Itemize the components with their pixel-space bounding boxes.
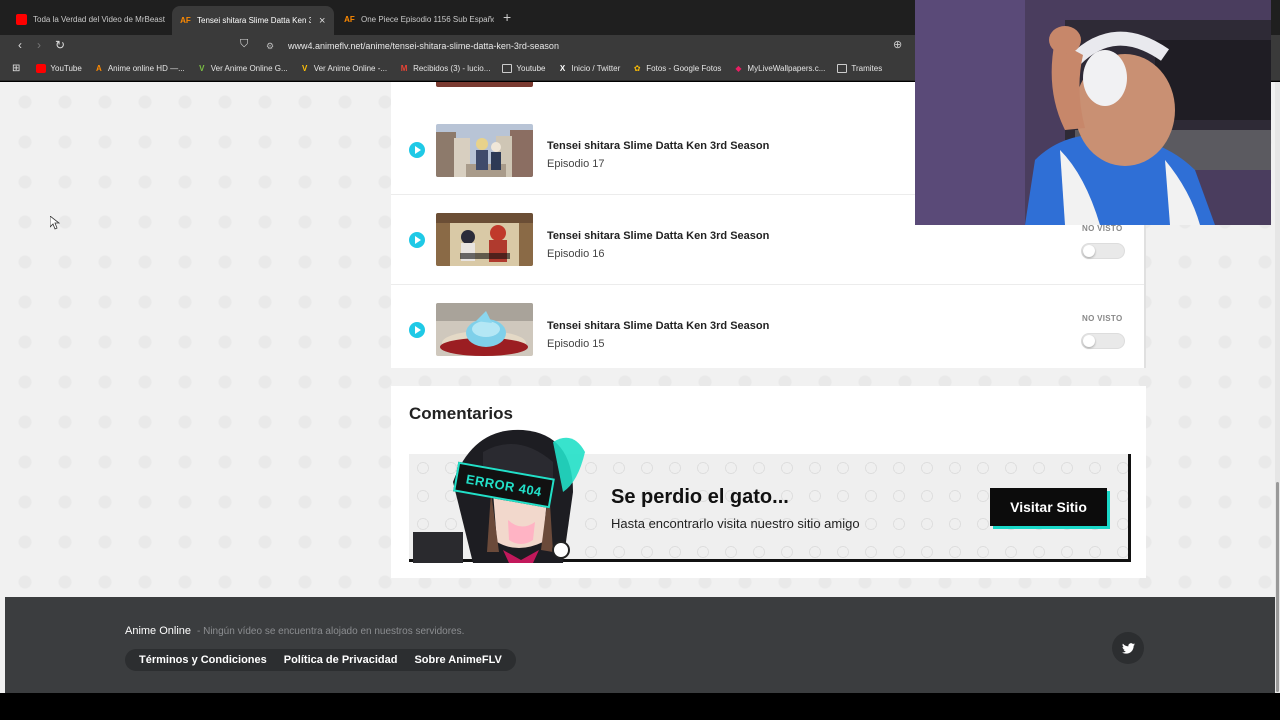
tab-title: Tensei shitara Slime Datta Ken 3r [197,16,311,25]
terms-link[interactable]: Términos y Condiciones [139,654,267,666]
bookmark-tramites[interactable]: Tramites [837,64,882,73]
episode-number: Episodio 17 [547,158,605,170]
gmail-icon: M [400,64,408,73]
about-link[interactable]: Sobre AnimeFLV [414,654,501,666]
mouse-cursor-icon [49,215,61,230]
bookmark-label: Ver Anime Online -... [313,64,388,73]
zoom-icon[interactable]: ⊕ [893,38,902,51]
x-icon: X [559,64,566,73]
visit-site-button[interactable]: Visitar Sitio [990,488,1107,526]
error-badge-text: ERROR 404 [464,470,544,500]
bookmark-label: Fotos - Google Fotos [646,64,722,73]
bookmark-label: Youtube [516,64,546,73]
webcam-overlay [915,0,1271,225]
footer-disclaimer: - Ningún vídeo se encuentra alojado en n… [197,626,465,637]
anime-girl-illustration: ERROR 404 [413,422,593,563]
bookmark-gmail[interactable]: M Recibidos (3) - lucio... [399,64,491,73]
episode-number: Episodio 16 [547,248,605,260]
twitter-icon[interactable] [1112,632,1144,664]
episode-title[interactable]: Tensei shitara Slime Datta Ken 3rd Seaso… [547,320,769,332]
tab-2-active[interactable]: AF Tensei shitara Slime Datta Ken 3r × [172,6,334,35]
close-tab-icon[interactable]: × [319,15,325,27]
tab-title: One Piece Episodio 1156 Sub Españo [361,14,494,24]
bookmark-label: Tramites [851,64,883,73]
bookmark-youtube[interactable]: YouTube [36,64,82,73]
bookmark-folder-youtube[interactable]: Youtube [502,64,546,73]
footer-brand-link[interactable]: Anime Online [125,625,191,637]
play-icon[interactable] [409,322,425,338]
tab-1[interactable]: Toda la Verdad del Video de MrBeast [8,7,171,31]
tab-3[interactable]: AF One Piece Episodio 1156 Sub Españo [336,7,494,31]
watched-toggle[interactable] [1081,333,1125,349]
comments-heading: Comentarios [409,404,513,423]
address-bar[interactable]: ⚙ www4.animeflv.net/anime/tensei-shitara… [260,36,915,56]
bookmark-ver-anime-2[interactable]: V Ver Anime Online -... [300,64,387,73]
episode-row[interactable]: NO VISTO Tensei shitara Slime Datta Ken … [391,285,1146,375]
animeflv-icon: AF [344,14,355,24]
folder-icon [502,64,513,73]
watched-toggle[interactable] [1081,243,1125,259]
vanime-icon: V [199,64,205,73]
back-icon[interactable]: ‹ [12,38,28,52]
youtube-icon [36,64,47,73]
bookmark-label: Ver Anime Online G... [210,64,288,73]
site-footer: Anime Online - Ningún vídeo se encuentra… [5,597,1275,693]
bookmark-anime-online[interactable]: A Anime online HD —... [94,64,185,73]
footer-links: Términos y Condiciones Política de Priva… [125,649,516,671]
new-tab-button[interactable]: + [503,9,511,25]
play-icon[interactable] [409,142,425,158]
page-scrollbar[interactable] [1275,82,1280,693]
folder-icon [837,64,848,73]
privacy-link[interactable]: Política de Privacidad [284,654,398,666]
bookmark-label: Inicio / Twitter [571,64,621,73]
comments-section: Comentarios Se perdio el gato... Hasta e… [391,386,1146,578]
tab-title: Toda la Verdad del Video de MrBeast [33,14,165,24]
reload-icon[interactable]: ↻ [52,38,68,52]
episode-thumbnail[interactable] [436,303,533,356]
bookmark-mylivewallpapers[interactable]: ◆ MyLiveWallpapers.c... [733,64,825,73]
site-info-icon[interactable]: ⚙ [266,41,278,52]
banner-subtitle: Hasta encontrarlo visita nuestro sitio a… [611,516,860,531]
bookmark-icon[interactable]: ⛉ [240,38,248,51]
watched-status: NO VISTO [1082,314,1123,323]
vanime-icon: V [302,64,308,73]
panel-scrollbar [1144,222,1146,368]
bookmark-label: MyLiveWallpapers.c... [747,64,826,73]
episode-number: Episodio 15 [547,338,605,350]
episode-title[interactable]: Tensei shitara Slime Datta Ken 3rd Seaso… [547,140,769,152]
episode-thumbnail[interactable] [436,124,533,177]
play-icon[interactable] [409,232,425,248]
episode-title[interactable]: Tensei shitara Slime Datta Ken 3rd Seaso… [547,230,769,242]
bookmark-google-photos[interactable]: ✿ Fotos - Google Fotos [632,64,722,73]
episode-thumbnail[interactable] [436,213,533,266]
apps-icon[interactable]: ⊞ [12,63,20,74]
watched-status: NO VISTO [1082,224,1123,233]
youtube-icon [16,13,27,25]
bookmark-label: YouTube [50,64,82,73]
animeflv-icon: AF [180,16,191,25]
animeflv-icon: A [95,64,102,73]
forward-icon[interactable]: › [31,38,47,52]
url-text: www4.animeflv.net/anime/tensei-shitara-s… [288,41,559,51]
mlw-icon: ◆ [735,64,742,73]
bookmark-label: Recibidos (3) - lucio... [413,64,491,73]
bookmark-label: Anime online HD —... [107,64,185,73]
bookmark-ver-anime-1[interactable]: V Ver Anime Online G... [197,64,288,73]
photos-icon: ✿ [633,64,641,73]
episode-thumbnail-partial [436,82,533,87]
bookmark-twitter[interactable]: X Inicio / Twitter [558,64,621,73]
banner-title: Se perdio el gato... [611,486,789,508]
